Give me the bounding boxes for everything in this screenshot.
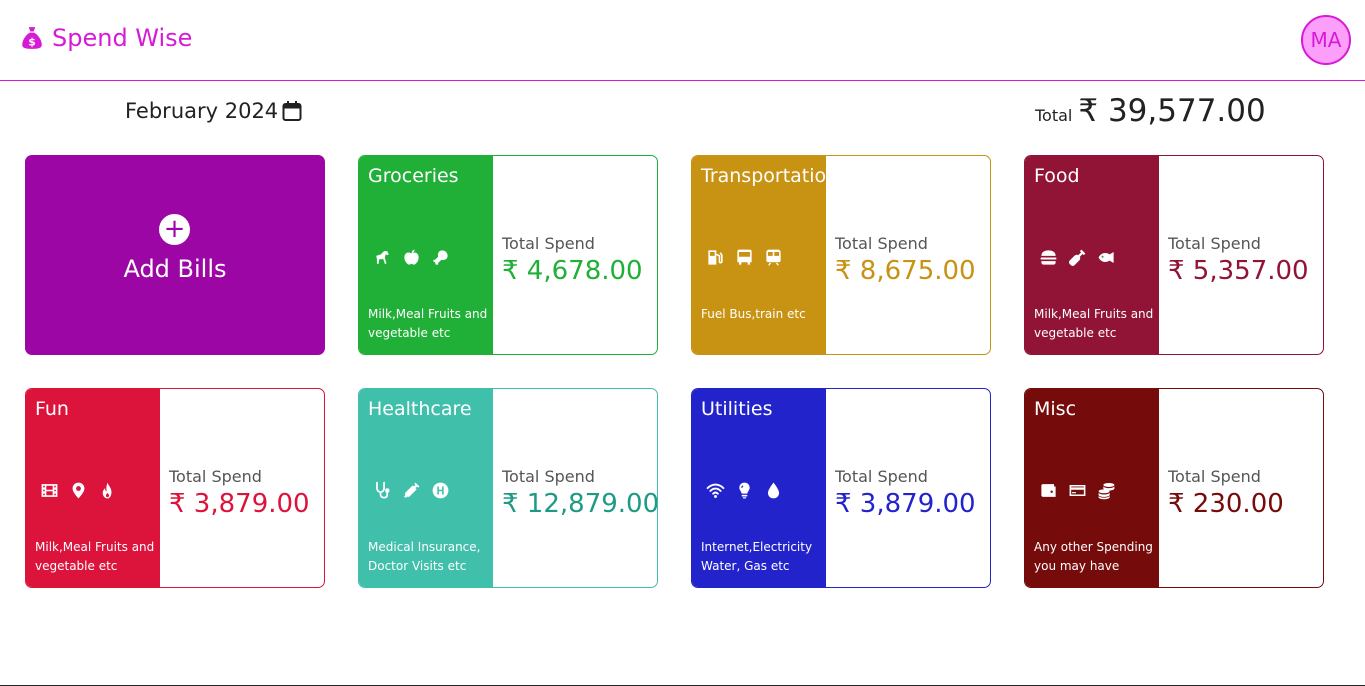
category-panel: Transportation Fuel Bus,train etc xyxy=(692,156,838,354)
burger-icon xyxy=(1040,250,1057,265)
category-description: Any other Spending you may have xyxy=(1034,540,1153,573)
hospital-icon xyxy=(432,482,449,499)
category-icons xyxy=(706,481,783,500)
category-card-healthcare[interactable]: Healthcare Medical Insurance, Doctor Vis… xyxy=(358,388,658,588)
category-panel: Food Milk,Meal Fruits and vegetable etc xyxy=(1025,156,1159,354)
total-spend-label: Total Spend xyxy=(502,467,595,486)
category-panel: Utilities Internet,Electricity Water, Ga… xyxy=(692,389,826,587)
category-description: Milk,Meal Fruits and vegetable etc xyxy=(368,307,488,340)
category-icons xyxy=(1039,248,1116,267)
category-title: Healthcare xyxy=(368,398,472,420)
app-name: Spend Wise xyxy=(52,24,193,52)
category-icons xyxy=(373,248,450,267)
syringe-icon xyxy=(403,482,420,499)
category-card-groceries[interactable]: Groceries Milk,Meal Fruits and vegetable… xyxy=(358,155,658,355)
credit-card-icon xyxy=(1069,484,1086,497)
total-spend-label: Total Spend xyxy=(835,234,928,253)
total-spend-label: Total Spend xyxy=(169,467,262,486)
apple-icon xyxy=(404,249,419,265)
category-title: Food xyxy=(1034,165,1080,187)
category-panel: Groceries Milk,Meal Fruits and vegetable… xyxy=(359,156,493,354)
category-card-transportation[interactable]: Transportation Fuel Bus,train etc Total … xyxy=(691,155,991,355)
navbar: $ Spend Wise MA xyxy=(0,0,1365,81)
add-bills-button[interactable]: + Add Bills xyxy=(25,155,325,355)
category-panel: Misc Any other Spending you may have xyxy=(1025,389,1159,587)
month-label: February 2024 xyxy=(125,99,279,123)
total-summary: Total ₹ 39,577.00 xyxy=(1035,93,1266,129)
category-spend: Total Spend ₹ 12,879.00 xyxy=(493,389,657,587)
category-spend: Total Spend ₹ 3,879.00 xyxy=(160,389,324,587)
category-spend: Total Spend ₹ 230.00 xyxy=(1159,389,1323,587)
total-spend-value: ₹ 3,879.00 xyxy=(169,489,310,519)
category-panel: Healthcare Medical Insurance, Doctor Vis… xyxy=(359,389,493,587)
category-icons xyxy=(40,481,117,500)
category-card-fun[interactable]: Fun Milk,Meal Fruits and vegetable etc T… xyxy=(25,388,325,588)
coins-icon xyxy=(1098,482,1115,500)
fire-icon xyxy=(102,482,112,499)
location-pin-icon xyxy=(72,482,85,499)
total-spend-value: ₹ 230.00 xyxy=(1168,489,1284,519)
category-panel: Fun Milk,Meal Fruits and vegetable etc xyxy=(26,389,160,587)
lightbulb-icon xyxy=(739,482,750,499)
category-spend: Total Spend ₹ 4,678.00 xyxy=(493,156,657,354)
water-drop-icon xyxy=(767,482,780,499)
month-picker[interactable]: February 2024 xyxy=(125,99,302,123)
add-bills-label: Add Bills xyxy=(123,255,227,283)
category-description: Milk,Meal Fruits and vegetable etc xyxy=(1034,307,1154,340)
total-spend-label: Total Spend xyxy=(1168,467,1261,486)
total-spend-value: ₹ 3,879.00 xyxy=(835,489,976,519)
total-spend-value: ₹ 8,675.00 xyxy=(835,256,976,286)
total-label: Total xyxy=(1035,106,1073,125)
total-spend-value: ₹ 4,678.00 xyxy=(502,256,643,286)
brand-logo[interactable]: $ Spend Wise xyxy=(19,24,192,52)
money-bag-icon: $ xyxy=(22,27,42,49)
film-icon xyxy=(41,484,58,497)
category-title: Utilities xyxy=(701,398,773,420)
horse-icon xyxy=(376,251,389,264)
total-spend-label: Total Spend xyxy=(1168,234,1261,253)
plus-icon: + xyxy=(159,214,190,245)
total-spend-value: ₹ 12,879.00 xyxy=(502,489,658,519)
category-description: Fuel Bus,train etc xyxy=(701,307,806,321)
avatar[interactable]: MA xyxy=(1301,15,1351,65)
category-card-utilities[interactable]: Utilities Internet,Electricity Water, Ga… xyxy=(691,388,991,588)
category-icons xyxy=(1039,481,1116,500)
category-description: Milk,Meal Fruits and vegetable etc xyxy=(35,540,155,573)
category-spend: Total Spend ₹ 3,879.00 xyxy=(826,389,990,587)
calendar-icon xyxy=(282,101,302,121)
fish-icon xyxy=(1098,251,1114,264)
category-title: Fun xyxy=(35,398,69,420)
train-icon xyxy=(766,249,781,266)
wine-bottle-icon xyxy=(1068,249,1086,267)
category-description: Medical Insurance, Doctor Visits etc xyxy=(368,540,481,573)
total-spend-label: Total Spend xyxy=(502,234,595,253)
wifi-icon xyxy=(706,483,725,498)
wallet-icon xyxy=(1041,484,1056,497)
total-spend-label: Total Spend xyxy=(835,467,928,486)
bus-icon xyxy=(737,249,752,265)
gas-pump-icon xyxy=(708,250,723,265)
category-spend: Total Spend ₹ 5,357.00 xyxy=(1159,156,1323,354)
category-title: Misc xyxy=(1034,398,1077,420)
category-title: Transportation xyxy=(701,165,839,187)
category-spend: Total Spend ₹ 8,675.00 xyxy=(826,156,990,354)
svg-text:$: $ xyxy=(28,36,36,49)
total-spend-value: ₹ 5,357.00 xyxy=(1168,256,1309,286)
category-icons xyxy=(706,248,783,267)
category-card-food[interactable]: Food Milk,Meal Fruits and vegetable etc … xyxy=(1024,155,1324,355)
category-title: Groceries xyxy=(368,165,459,187)
category-icons xyxy=(373,481,450,500)
stethoscope-icon xyxy=(376,481,390,499)
total-value: ₹ 39,577.00 xyxy=(1078,93,1266,129)
category-description: Internet,Electricity Water, Gas etc xyxy=(701,540,813,573)
category-card-misc[interactable]: Misc Any other Spending you may have Tot… xyxy=(1024,388,1324,588)
drumstick-icon xyxy=(433,250,448,265)
